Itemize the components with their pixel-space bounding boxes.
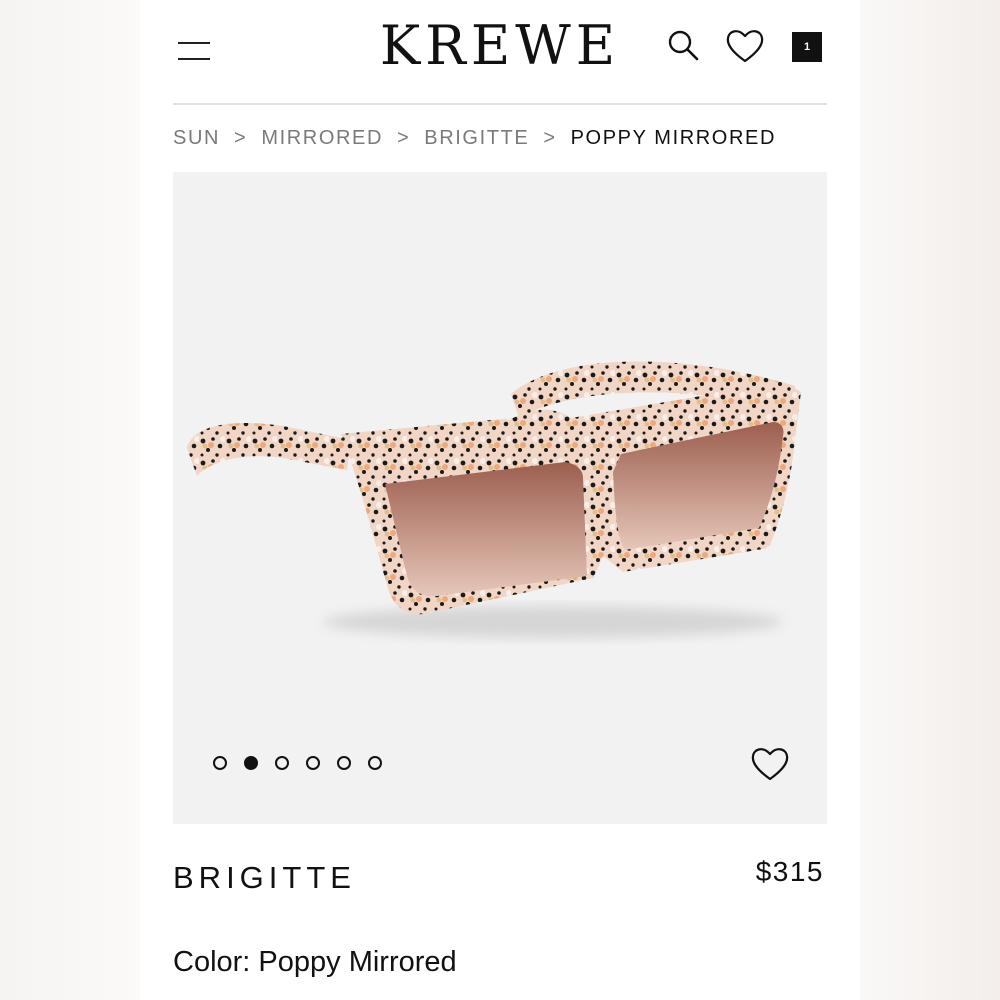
product-color: Color: Poppy Mirrored <box>173 946 457 978</box>
cart-button[interactable]: 1 <box>792 32 824 64</box>
gallery-dot[interactable] <box>275 756 289 770</box>
breadcrumb-current: POPPY MIRRORED <box>570 126 776 149</box>
gallery-dot[interactable] <box>337 756 351 770</box>
breadcrumb-brigitte[interactable]: BRIGITTE <box>424 127 529 150</box>
gallery-dot[interactable] <box>213 756 227 770</box>
gallery-dot-active[interactable] <box>244 756 258 770</box>
search-button[interactable] <box>664 26 704 66</box>
product-page: KREWE 1 SUN > MIRRORED > BRIGITTE > POPP… <box>140 0 860 1000</box>
breadcrumb-sun[interactable]: SUN <box>173 127 220 150</box>
gallery-dot[interactable] <box>306 756 320 770</box>
breadcrumb: SUN > MIRRORED > BRIGITTE > POPPY MIRROR… <box>173 126 776 150</box>
search-icon <box>668 30 699 61</box>
left-backdrop <box>0 0 140 1000</box>
site-header: KREWE 1 <box>140 0 860 105</box>
menu-icon <box>178 42 210 44</box>
menu-button[interactable] <box>176 38 214 64</box>
right-backdrop <box>860 0 1000 1000</box>
gallery-pagination <box>213 756 399 770</box>
wishlist-button[interactable] <box>724 26 766 66</box>
breadcrumb-separator: > <box>397 126 411 149</box>
menu-icon-line <box>178 58 210 60</box>
heart-icon <box>726 30 764 63</box>
heart-outline-icon <box>751 748 789 781</box>
brand-logo[interactable]: KREWE <box>360 14 640 78</box>
gallery-dot[interactable] <box>368 756 382 770</box>
product-name: BRIGITTE <box>173 860 356 895</box>
header-divider <box>173 103 827 105</box>
cart-count: 1 <box>803 41 811 53</box>
breadcrumb-mirrored[interactable]: MIRRORED <box>261 127 383 150</box>
product-image-gallery[interactable] <box>173 172 827 824</box>
product-image-sunglasses <box>187 361 801 638</box>
add-to-favorites-button[interactable] <box>749 744 791 784</box>
shopping-bag-icon: 1 <box>792 32 822 62</box>
breadcrumb-separator: > <box>543 126 557 149</box>
product-price: $315 <box>755 856 824 887</box>
breadcrumb-separator: > <box>234 126 248 149</box>
